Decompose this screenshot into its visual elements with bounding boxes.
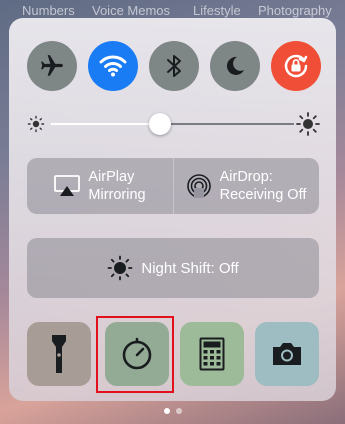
rotation-lock-toggle[interactable] [271, 41, 321, 91]
page-dot-1[interactable] [163, 408, 170, 414]
rotation-lock-icon [284, 54, 308, 78]
bluetooth-icon [167, 55, 181, 77]
app-label-voice-memos: Voice Memos [92, 3, 171, 18]
camera-button[interactable] [255, 322, 319, 386]
airplay-icon [54, 175, 81, 196]
brightness-slider[interactable] [9, 112, 336, 136]
calculator-button[interactable] [180, 322, 244, 386]
page-dot-2[interactable] [175, 408, 182, 414]
camera-icon [273, 343, 301, 365]
brightness-track-remaining [160, 123, 294, 125]
calculator-icon [199, 337, 225, 371]
brightness-thumb[interactable] [149, 113, 172, 135]
night-shift-label: Night Shift: Off [141, 259, 239, 277]
do-not-disturb-toggle[interactable] [210, 41, 260, 91]
flashlight-icon [52, 335, 66, 373]
night-shift-button[interactable]: Night Shift: Off [27, 238, 319, 298]
page-indicator [0, 408, 345, 414]
airplane-mode-toggle[interactable] [27, 41, 77, 91]
wifi-toggle[interactable] [88, 41, 138, 91]
airplay-label: AirPlay Mirroring [88, 168, 145, 204]
airdrop-button[interactable]: AirDrop: Receiving Off [173, 158, 319, 214]
airdrop-icon [186, 174, 211, 198]
flashlight-button[interactable] [27, 322, 91, 386]
airplane-icon [41, 55, 63, 76]
airdrop-label: AirDrop: Receiving Off [220, 168, 307, 204]
airplay-mirroring-button[interactable]: AirPlay Mirroring [27, 158, 174, 214]
airplay-label-line2: Mirroring [88, 187, 146, 203]
airplay-airdrop-block: AirPlay Mirroring AirDrop: Receiving Off [27, 158, 319, 214]
moon-icon [226, 56, 244, 75]
timer-highlight-box [96, 316, 174, 393]
airdrop-label-line2: Receiving Off [219, 187, 307, 203]
wifi-icon [99, 55, 127, 77]
brightness-high-icon [296, 112, 320, 136]
app-label-lifestyle: Lifestyle [193, 3, 241, 18]
app-label-photography: Photography [258, 3, 332, 18]
night-shift-icon [107, 255, 133, 281]
app-label-numbers: Numbers [22, 3, 75, 18]
background-app-labels: Numbers Voice Memos Lifestyle Photograph… [0, 0, 345, 18]
airplay-label-line1: AirPlay [88, 169, 135, 185]
bluetooth-toggle[interactable] [149, 41, 199, 91]
airdrop-label-line1: AirDrop: [219, 169, 273, 185]
brightness-track-filled [51, 123, 161, 125]
brightness-low-icon [27, 115, 45, 133]
